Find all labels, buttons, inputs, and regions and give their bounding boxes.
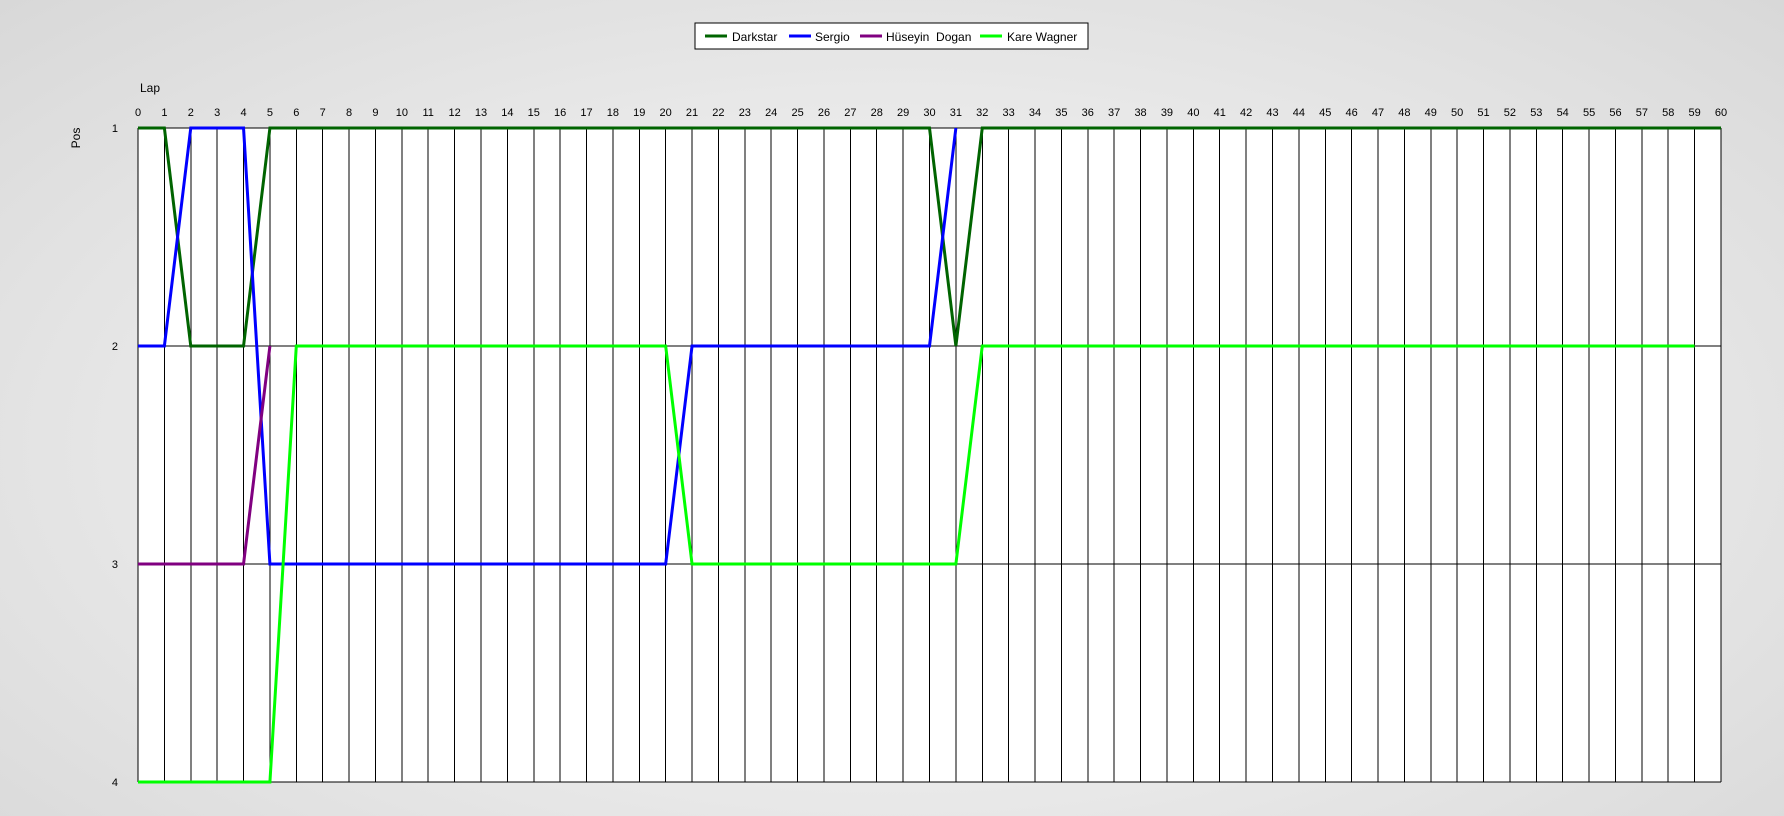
x-tick-label: 14 (501, 107, 513, 119)
legend: Darkstar Sergio Hüseyin Dogan Kare Wagne… (694, 22, 1089, 50)
x-tick-labels: 0 1 2 3 4 5 6 7 8 9 10 11 12 13 14 15 16 17 18 19 20 21 22 23 24… (135, 107, 1727, 119)
x-tick-label: 58 (1662, 107, 1674, 119)
x-tick-label: 8 (346, 107, 352, 119)
x-tick-label: 24 (765, 107, 777, 119)
x-tick-label: 54 (1557, 107, 1569, 119)
x-tick-label: 32 (976, 107, 988, 119)
x-tick-label: 31 (950, 107, 962, 119)
x-tick-label: 2 (188, 107, 194, 119)
x-tick-label: 36 (1082, 107, 1094, 119)
x-tick-label: 22 (712, 107, 724, 119)
x-tick-label: 15 (528, 107, 540, 119)
x-tick-label: 47 (1372, 107, 1384, 119)
x-tick-label: 13 (475, 107, 487, 119)
x-tick-label: 20 (660, 107, 672, 119)
x-tick-label: 18 (607, 107, 619, 119)
x-tick-label: 52 (1504, 107, 1516, 119)
y-tick-label: 2 (112, 341, 118, 353)
x-tick-label: 12 (448, 107, 460, 119)
x-tick-label: 5 (267, 107, 273, 119)
x-tick-label: 16 (554, 107, 566, 119)
x-tick-label: 57 (1636, 107, 1648, 119)
x-tick-label: 41 (1214, 107, 1226, 119)
x-tick-label: 50 (1451, 107, 1463, 119)
x-tick-label: 4 (240, 107, 246, 119)
x-tick-label: 44 (1293, 107, 1305, 119)
y-tick-labels: 1 2 3 4 (112, 123, 118, 789)
x-tick-label: 1 (161, 107, 167, 119)
x-tick-label: 30 (923, 107, 935, 119)
x-tick-label: 7 (320, 107, 326, 119)
legend-label: Sergio (815, 30, 850, 44)
position-chart: 0 1 2 3 4 5 6 7 8 9 10 11 12 13 14 15 16 17 18 19 20 21 22 23 24… (69, 22, 1727, 789)
x-tick-label: 3 (214, 107, 220, 119)
x-tick-label: 17 (580, 107, 592, 119)
x-tick-label: 23 (739, 107, 751, 119)
x-tick-label: 38 (1134, 107, 1146, 119)
x-tick-label: 60 (1715, 107, 1727, 119)
x-tick-label: 46 (1346, 107, 1358, 119)
x-tick-label: 55 (1583, 107, 1595, 119)
x-tick-label: 51 (1477, 107, 1489, 119)
x-tick-label: 28 (871, 107, 883, 119)
x-tick-label: 48 (1398, 107, 1410, 119)
x-tick-label: 0 (135, 107, 141, 119)
x-tick-label: 33 (1003, 107, 1015, 119)
x-tick-label: 53 (1530, 107, 1542, 119)
x-tick-label: 43 (1266, 107, 1278, 119)
legend-label: Darkstar (732, 30, 777, 44)
y-axis-label: Pos (69, 128, 83, 149)
grid-lines (137, 127, 1722, 783)
x-tick-label: 59 (1688, 107, 1700, 119)
legend-label: Hüseyin Dogan (886, 30, 971, 44)
x-tick-label: 25 (791, 107, 803, 119)
y-tick-label: 4 (112, 777, 118, 789)
legend-label: Kare Wagner (1007, 30, 1077, 44)
x-tick-label: 29 (897, 107, 909, 119)
x-axis-label: Lap (140, 81, 160, 95)
x-tick-label: 35 (1055, 107, 1067, 119)
x-tick-label: 49 (1425, 107, 1437, 119)
x-tick-label: 21 (686, 107, 698, 119)
x-tick-label: 45 (1319, 107, 1331, 119)
x-tick-label: 6 (293, 107, 299, 119)
x-tick-label: 19 (633, 107, 645, 119)
x-tick-label: 10 (396, 107, 408, 119)
x-tick-label: 39 (1161, 107, 1173, 119)
x-tick-label: 42 (1240, 107, 1252, 119)
x-tick-label: 26 (818, 107, 830, 119)
x-tick-label: 37 (1108, 107, 1120, 119)
x-tick-label: 40 (1187, 107, 1199, 119)
y-tick-label: 1 (112, 123, 118, 135)
x-tick-label: 56 (1609, 107, 1621, 119)
x-tick-label: 11 (423, 107, 434, 119)
x-tick-label: 9 (372, 107, 378, 119)
x-tick-label: 34 (1029, 107, 1041, 119)
x-tick-label: 27 (844, 107, 856, 119)
y-tick-label: 3 (112, 559, 118, 571)
